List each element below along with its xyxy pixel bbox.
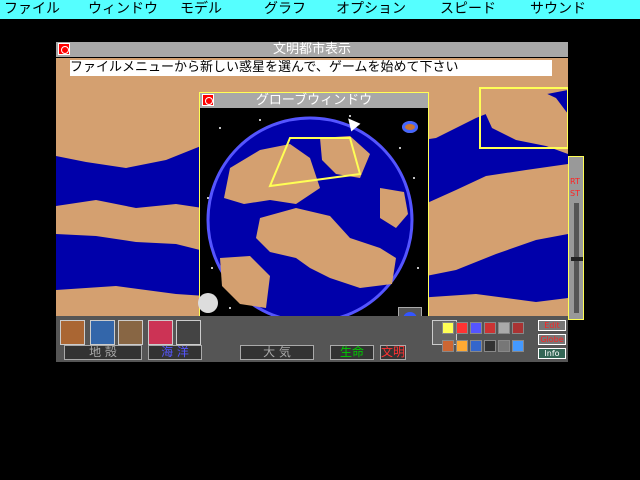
info-button[interactable]: Info [538, 348, 566, 359]
side-panel: RT ST [568, 156, 584, 320]
palette-color-10[interactable] [484, 340, 496, 352]
palette-color-9[interactable] [470, 340, 482, 352]
scroll-label-st: ST [570, 189, 580, 198]
globe-window-title: グローブウィンドウ [255, 93, 373, 108]
menu-options[interactable]: オプション [336, 0, 406, 19]
moon-icon [198, 293, 218, 313]
palette-color-8[interactable] [456, 340, 468, 352]
layer-life[interactable]: 生命 [330, 345, 374, 360]
civ-window-title: 文明都市表示 [272, 42, 351, 57]
crust-tool-button[interactable] [60, 320, 85, 345]
layer-atmosphere[interactable]: 大 気 [240, 345, 314, 360]
layer-civilization[interactable]: 文明 [380, 345, 406, 360]
palette-color-7[interactable] [442, 340, 454, 352]
layer-ocean[interactable]: 海 洋 [148, 345, 202, 360]
layer-crust[interactable]: 地 殻 [64, 345, 142, 360]
palette-color-11[interactable] [498, 340, 510, 352]
menu-window[interactable]: ウィンドウ [88, 0, 158, 19]
palette-color-2[interactable] [456, 322, 468, 334]
edit-button[interactable]: Edit [538, 320, 566, 331]
menu-sound[interactable]: サウンド [530, 0, 586, 19]
globe-window-titlebar[interactable]: グローブウィンドウ [200, 93, 428, 108]
globe-window: グローブウィンドウ [198, 92, 429, 337]
palette-color-12[interactable] [512, 340, 524, 352]
civ-window-titlebar[interactable]: 文明都市表示 [56, 42, 568, 57]
menu-bar: ファイル ウィンドウ モデル グラフ オプション スピード サウンド [0, 0, 640, 19]
scroll-label-rt: RT [570, 177, 580, 186]
palette-color-1[interactable] [442, 322, 454, 334]
menu-model[interactable]: モデル [180, 0, 222, 19]
palette-color-3[interactable] [470, 322, 482, 334]
palette-color-6[interactable] [512, 322, 524, 334]
palette-color-4[interactable] [484, 322, 496, 334]
ocean-tool-button[interactable] [90, 320, 115, 345]
planet-icon [402, 121, 418, 133]
globe-view[interactable] [200, 108, 428, 336]
menu-file[interactable]: ファイル [4, 0, 60, 19]
palette-color-5[interactable] [498, 322, 510, 334]
menu-speed[interactable]: スピード [440, 0, 496, 19]
instruction-message: ファイルメニューから新しい惑星を選んで、ゲームを始めて下さい [70, 60, 552, 76]
move-tool-button[interactable] [148, 320, 173, 345]
slider-thumb[interactable] [571, 257, 583, 261]
thermometer-tool-button[interactable] [176, 320, 201, 345]
atmosphere-tool-button[interactable] [118, 320, 143, 345]
globe-button[interactable]: Globe [538, 334, 566, 345]
menu-graph[interactable]: グラフ [264, 0, 306, 19]
